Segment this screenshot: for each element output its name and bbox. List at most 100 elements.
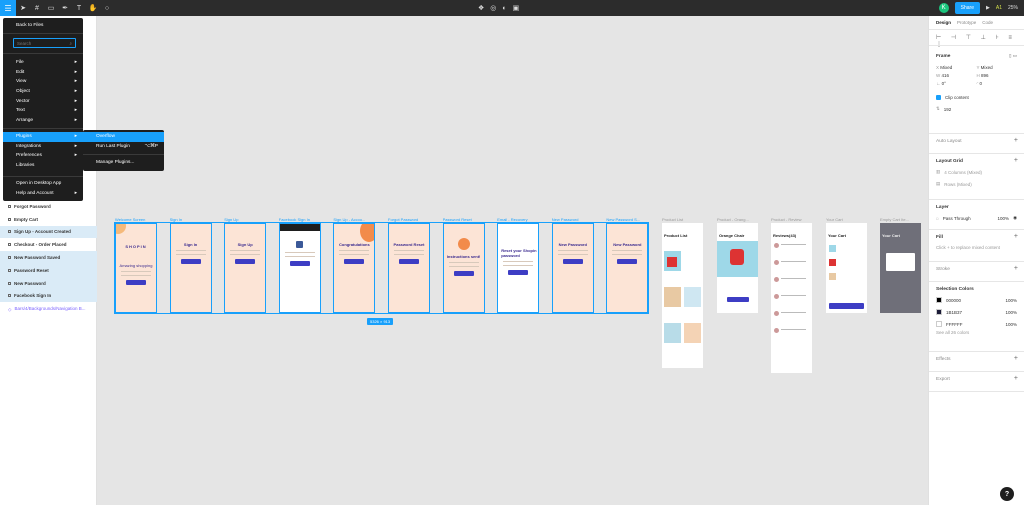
accessibility-label[interactable]: A1	[996, 5, 1002, 11]
boolean-icon[interactable]: ▣	[513, 4, 520, 12]
mask-icon[interactable]: ◎	[490, 4, 496, 12]
product-card[interactable]	[684, 323, 701, 343]
zoom-level[interactable]: 25%	[1008, 5, 1018, 11]
frame-label[interactable]: New Password	[552, 217, 602, 222]
primary-button[interactable]	[508, 270, 529, 275]
frame-label[interactable]: Facebook Sign In	[279, 217, 329, 222]
screen-frame[interactable]: Congratulations	[333, 223, 376, 313]
primary-button[interactable]	[126, 280, 146, 285]
shape-tool-icon[interactable]: ▭	[44, 4, 58, 12]
frame-label[interactable]: Email - Recovery	[497, 217, 547, 222]
add-stroke-icon[interactable]: +	[1014, 265, 1018, 272]
pen-tool-icon[interactable]: ✒	[58, 4, 72, 12]
back-to-files-item[interactable]: Back to Files	[3, 21, 83, 31]
frame-label[interactable]: Forgot Password	[388, 217, 438, 222]
menu-item[interactable]: Integrations ▸	[3, 142, 83, 152]
align-tools[interactable]: ⊢ ⊣ ⊤ ⊥ ⊦ ≡ ⋮	[929, 30, 1024, 48]
layer-row[interactable]: Facebook Sign In	[0, 289, 97, 303]
add-grid-icon[interactable]: +	[1014, 157, 1018, 164]
tab-prototype[interactable]: Prototype	[957, 20, 976, 25]
layer-row[interactable]: Checkout - Order Placed	[0, 238, 97, 251]
overflow-item[interactable]: Overflow	[83, 132, 164, 142]
tab-code[interactable]: Code	[982, 20, 993, 25]
tab-design[interactable]: Design	[936, 20, 951, 25]
frame-label[interactable]: Sign Up - Accou...	[333, 217, 383, 222]
screen-frame[interactable]: Your Cart	[880, 223, 921, 313]
add-export-icon[interactable]: +	[1014, 375, 1018, 382]
hamburger-icon[interactable]: ☰	[0, 0, 16, 16]
y-field[interactable]: Y Mixed	[977, 65, 1018, 70]
selection-color-row[interactable]: 1B1B37 100%	[936, 306, 1017, 318]
layer-row[interactable]: New Password Saved	[0, 251, 97, 264]
menu-item[interactable]: Edit ▸	[3, 68, 83, 78]
orientation-icon[interactable]: ▯ ▭	[1009, 53, 1017, 59]
menu-item[interactable]: Vector ▸	[3, 96, 83, 106]
component-icon[interactable]: ❖	[478, 4, 484, 12]
screen-frame[interactable]: New Password	[551, 223, 594, 313]
grid-icon[interactable]: ▤	[936, 181, 940, 187]
frame-label[interactable]: Product List	[662, 217, 706, 222]
color-swatch[interactable]	[936, 297, 942, 303]
layer-row[interactable]: Password Reset	[0, 263, 97, 277]
screen-frame[interactable]: Sign Up	[224, 223, 267, 313]
add-fill-icon[interactable]: +	[1014, 233, 1018, 240]
grid-rows-label[interactable]: Rows (Mixed)	[944, 182, 972, 187]
primary-button[interactable]	[235, 259, 256, 264]
eye-icon[interactable]: ◉	[1013, 215, 1017, 221]
run-last-plugin-item[interactable]: Run Last Plugin ⌥⌘P	[83, 142, 164, 152]
opacity-field[interactable]: 100%	[998, 216, 1010, 221]
screen-frame[interactable]: Product List	[662, 223, 703, 368]
blend-mode-select[interactable]: Pass Through	[943, 216, 971, 221]
help-button[interactable]: ?	[1000, 487, 1014, 501]
menu-item[interactable]: Help and Account ▸	[3, 189, 83, 199]
menu-item[interactable]: File ▸	[3, 58, 83, 68]
menu-item[interactable]: Arrange ▸	[3, 116, 83, 126]
frame-label[interactable]: Empty Cart Ite...	[880, 217, 924, 222]
clip-checkbox[interactable]	[936, 94, 941, 100]
frame-label[interactable]: New Password S...	[606, 217, 656, 222]
screen-frame[interactable]: New Password	[606, 223, 649, 313]
add-to-cart-button[interactable]	[727, 297, 749, 302]
avatar[interactable]: K	[938, 3, 949, 13]
grid-columns-label[interactable]: 4 Columns (Mixed)	[944, 170, 982, 175]
add-effect-icon[interactable]: +	[1014, 355, 1018, 362]
primary-button[interactable]	[289, 261, 310, 266]
screen-frame[interactable]: SHOPIN Amazing shopping	[115, 223, 157, 313]
screen-frame[interactable]: Sign In	[169, 223, 212, 313]
screen-frame[interactable]: Your Cart	[826, 223, 867, 313]
radius-field[interactable]: ◜ 0	[977, 81, 1018, 87]
primary-button[interactable]	[453, 271, 474, 276]
menu-item[interactable]: Preferences ▸	[3, 151, 83, 161]
primary-button[interactable]	[399, 259, 419, 264]
product-card[interactable]	[664, 287, 681, 307]
primary-button[interactable]	[562, 259, 583, 264]
screen-frame[interactable]: Instructions sent!	[442, 223, 485, 313]
menu-item[interactable]: Plugins ▸	[3, 132, 83, 142]
product-card[interactable]	[664, 323, 681, 343]
menu-item[interactable]: Text ▸	[3, 106, 83, 116]
rotation-field[interactable]: ∟ 0°	[936, 81, 977, 87]
hand-tool-icon[interactable]: ✋	[86, 4, 100, 12]
frame-tool-icon[interactable]: #	[30, 5, 44, 12]
frame-label[interactable]: Product - Orang...	[717, 217, 761, 222]
frame-label[interactable]: Sign Up	[224, 217, 274, 222]
menu-item[interactable]: Libraries	[3, 161, 83, 171]
layer-row[interactable]: ◇ Bars/4/Backgrounds/Navigation B...	[0, 302, 97, 315]
x-field[interactable]: X Mixed	[936, 65, 977, 70]
product-card[interactable]	[684, 287, 701, 307]
frame-label[interactable]: Frame	[936, 54, 950, 59]
add-auto-layout-icon[interactable]: +	[1014, 137, 1018, 144]
height-field[interactable]: H 896	[977, 73, 1018, 78]
spacing-field[interactable]: 192	[944, 107, 952, 112]
layer-row[interactable]: Forgot Password	[0, 200, 97, 213]
menu-item[interactable]: View ▸	[3, 77, 83, 87]
product-card[interactable]	[684, 251, 701, 271]
menu-item[interactable]: Object ▸	[3, 87, 83, 97]
layer-row[interactable]: New Password	[0, 276, 97, 290]
frame-label[interactable]: Welcome Screen	[115, 217, 165, 222]
comment-tool-icon[interactable]: ○	[100, 5, 114, 12]
see-all-colors-link[interactable]: See all 26 colors	[936, 330, 1017, 335]
screen-frame[interactable]: Password Reset	[388, 223, 430, 313]
layer-row[interactable]: Sign Up - Account Created	[0, 225, 97, 239]
selection-color-row[interactable]: FFFFFF 100%	[936, 318, 1017, 330]
